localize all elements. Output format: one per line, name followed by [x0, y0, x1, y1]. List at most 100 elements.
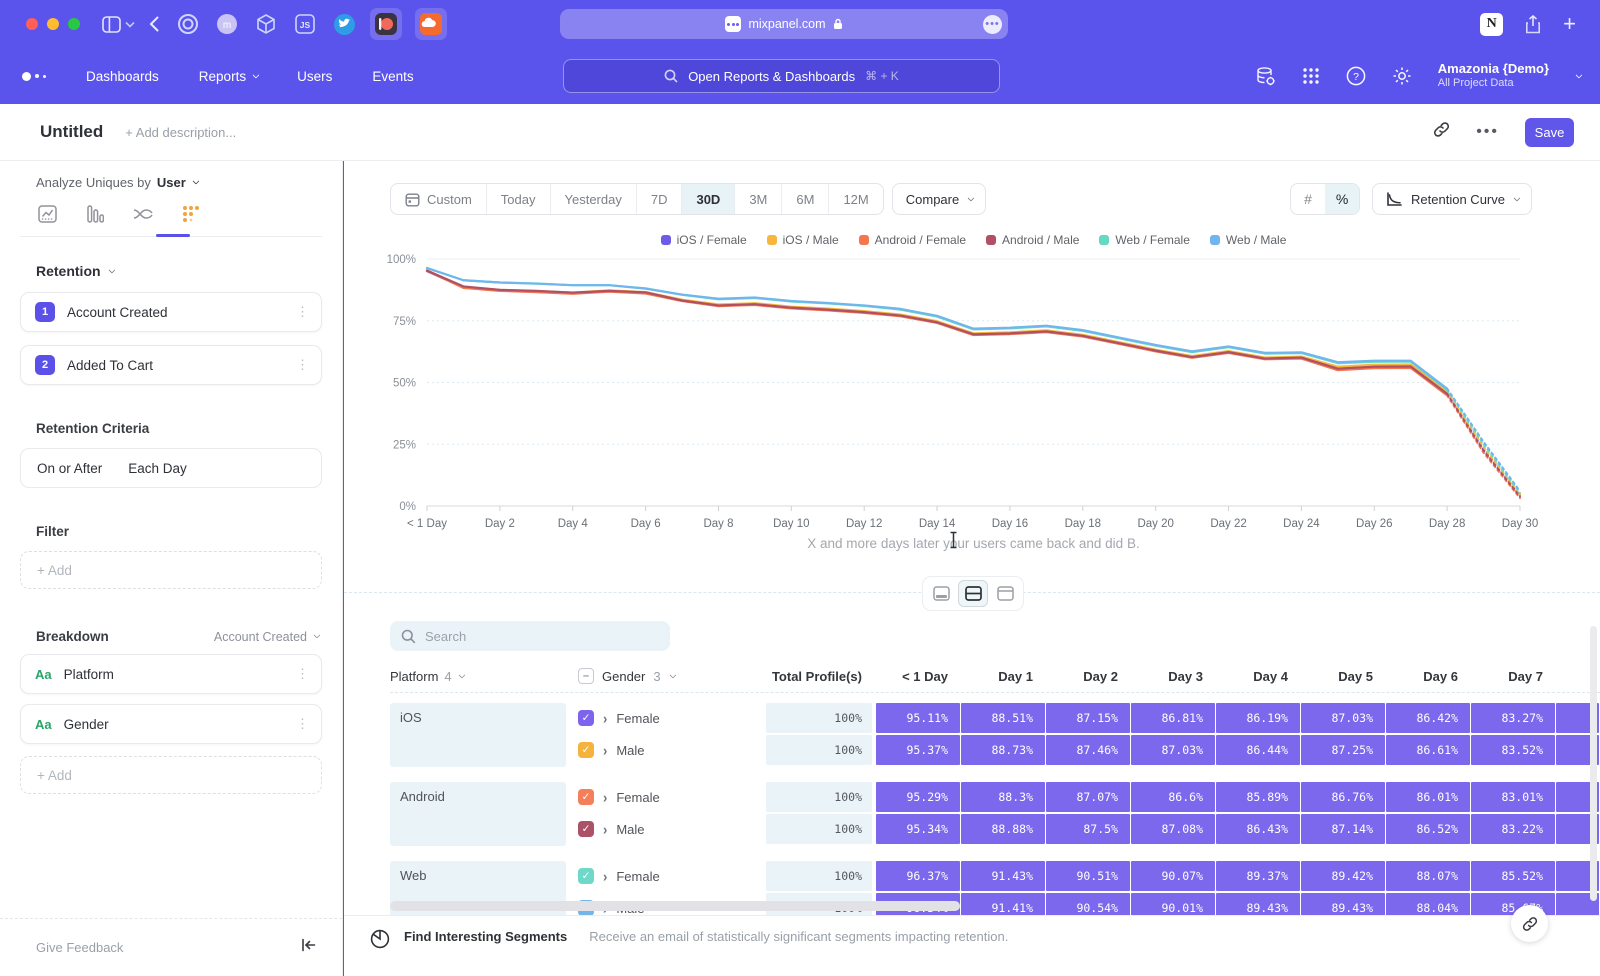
- retention-value-cell[interactable]: 87.03%: [1301, 703, 1385, 733]
- data-management-icon[interactable]: [1255, 66, 1276, 87]
- retention-value-cell[interactable]: 87.07%: [1046, 782, 1130, 812]
- kebab-menu-icon[interactable]: ⋮: [296, 362, 309, 368]
- event-card-added-to-cart[interactable]: 2 Added To Cart ⋮: [20, 345, 322, 385]
- site-settings-icon[interactable]: •••: [983, 15, 1002, 34]
- share-link-fab[interactable]: [1511, 905, 1548, 942]
- vertical-scrollbar[interactable]: [1590, 626, 1597, 901]
- retention-value-cell[interactable]: 83.52%: [1471, 735, 1555, 765]
- retention-value-cell[interactable]: 86.81%: [1131, 703, 1215, 733]
- retention-value-cell[interactable]: 96.37%: [876, 861, 960, 891]
- day-header[interactable]: Day 6: [1386, 669, 1470, 684]
- day-header[interactable]: Day 2: [1046, 669, 1130, 684]
- day-header[interactable]: Day 5: [1301, 669, 1385, 684]
- view-split-button[interactable]: [958, 580, 988, 607]
- gender-column-header[interactable]: – Gender 3: [578, 668, 756, 684]
- tab-retention[interactable]: [180, 204, 202, 224]
- close-window-button[interactable]: [26, 18, 38, 30]
- notion-icon[interactable]: N: [1480, 13, 1503, 36]
- retention-value-cell[interactable]: 88.3%: [961, 782, 1045, 812]
- view-chart-only-button[interactable]: [926, 580, 956, 607]
- retention-value-cell[interactable]: 83.27%: [1471, 703, 1555, 733]
- address-bar[interactable]: mixpanel.com •••: [560, 9, 1008, 39]
- global-search[interactable]: Open Reports & Dashboards ⌘ + K: [563, 59, 1000, 93]
- chevron-down-icon[interactable]: [125, 21, 135, 28]
- criteria-each-day[interactable]: Each Day: [128, 461, 187, 476]
- cube-icon[interactable]: [253, 11, 279, 37]
- retention-value-cell[interactable]: 87.08%: [1131, 814, 1215, 844]
- tab-funnels[interactable]: [84, 204, 106, 224]
- retention-value-cell[interactable]: 90.07%: [1131, 861, 1215, 891]
- retention-value-cell[interactable]: 86.43%: [1216, 814, 1300, 844]
- total-profiles-header[interactable]: Total Profile(s): [766, 669, 872, 684]
- zoom-window-button[interactable]: [68, 18, 80, 30]
- breakdown-label-platform[interactable]: Platform: [64, 667, 114, 682]
- more-options-button[interactable]: •••: [1476, 123, 1499, 141]
- retention-value-cell[interactable]: 86.6%: [1131, 782, 1215, 812]
- row-checkbox[interactable]: ✓: [578, 742, 594, 758]
- platform-cell[interactable]: iOS: [390, 703, 566, 767]
- collapse-sidebar-icon[interactable]: [301, 938, 316, 957]
- select-all-checkbox[interactable]: –: [578, 668, 594, 684]
- day-header[interactable]: Day 7: [1471, 669, 1555, 684]
- share-icon[interactable]: [1525, 15, 1541, 34]
- settings-gear-icon[interactable]: [1392, 66, 1412, 86]
- kebab-menu-icon[interactable]: ⋮: [296, 721, 309, 727]
- tab-insights[interactable]: [36, 204, 58, 224]
- new-tab-icon[interactable]: +: [1563, 11, 1576, 37]
- gender-cell[interactable]: ✓›Female: [578, 861, 756, 891]
- gender-cell[interactable]: ✓›Female: [578, 703, 756, 733]
- retention-value-cell[interactable]: 88.88%: [961, 814, 1045, 844]
- analyze-uniques-row[interactable]: Analyze Uniques by User: [36, 175, 322, 190]
- report-title[interactable]: Untitled: [40, 122, 103, 142]
- retention-value-cell[interactable]: 95.29%: [876, 782, 960, 812]
- nav-item-reports[interactable]: Reports: [199, 69, 257, 84]
- row-checkbox[interactable]: ✓: [578, 710, 594, 726]
- retention-value-cell[interactable]: 88.07%: [1386, 861, 1470, 891]
- retention-value-cell[interactable]: 87.46%: [1046, 735, 1130, 765]
- filter-add-button[interactable]: + Add: [20, 551, 322, 589]
- retention-section-header[interactable]: Retention: [36, 263, 322, 279]
- retention-value-cell[interactable]: 89.42%: [1301, 861, 1385, 891]
- retention-value-cell[interactable]: 87.03%: [1131, 735, 1215, 765]
- retention-value-cell[interactable]: 87.25%: [1301, 735, 1385, 765]
- retention-value-cell[interactable]: 83.01%: [1471, 782, 1555, 812]
- gender-cell[interactable]: ✓›Female: [578, 782, 756, 812]
- breakdown-label-gender[interactable]: Gender: [64, 717, 109, 732]
- retention-criteria-card[interactable]: On or After Each Day: [20, 448, 322, 488]
- view-table-only-button[interactable]: [990, 580, 1020, 607]
- day-header[interactable]: Day 1: [961, 669, 1045, 684]
- table-search-input[interactable]: [425, 629, 645, 644]
- retention-value-cell[interactable]: 86.52%: [1386, 814, 1470, 844]
- apps-grid-icon[interactable]: [1302, 67, 1320, 85]
- retention-value-cell[interactable]: 87.5%: [1046, 814, 1130, 844]
- project-switcher[interactable]: Amazonia {Demo} All Project Data: [1438, 61, 1549, 91]
- expand-row-icon[interactable]: ›: [603, 821, 607, 838]
- retention-value-cell[interactable]: 86.61%: [1386, 735, 1470, 765]
- day-header[interactable]: Day 4: [1216, 669, 1300, 684]
- retention-line-chart[interactable]: 0%25%50%75%100%< 1 DayDay 2Day 4Day 6Day…: [344, 161, 1600, 566]
- retention-value-cell[interactable]: 83.22%: [1471, 814, 1555, 844]
- gender-cell[interactable]: ✓›Male: [578, 814, 756, 844]
- analyze-value[interactable]: User: [157, 175, 186, 190]
- retention-value-cell[interactable]: 86.01%: [1386, 782, 1470, 812]
- retention-value-cell[interactable]: 85.52%: [1471, 861, 1555, 891]
- retention-value-cell[interactable]: 95.11%: [876, 703, 960, 733]
- event-label[interactable]: Account Created: [67, 305, 168, 320]
- segments-title[interactable]: Find Interesting Segments: [404, 929, 567, 944]
- breakdown-add-button[interactable]: + Add: [20, 756, 322, 794]
- row-checkbox[interactable]: ✓: [578, 789, 594, 805]
- event-label[interactable]: Added To Cart: [67, 358, 153, 373]
- criteria-on-or-after[interactable]: On or After: [37, 461, 102, 476]
- nav-item-events[interactable]: Events: [372, 69, 413, 84]
- row-checkbox[interactable]: ✓: [578, 821, 594, 837]
- help-icon[interactable]: ?: [1346, 66, 1366, 86]
- retention-value-cell[interactable]: 95.34%: [876, 814, 960, 844]
- retention-value-cell[interactable]: 91.43%: [961, 861, 1045, 891]
- expand-row-icon[interactable]: ›: [603, 742, 607, 759]
- expand-row-icon[interactable]: ›: [603, 710, 607, 727]
- retention-value-cell[interactable]: 88.51%: [961, 703, 1045, 733]
- retention-value-cell[interactable]: 95.37%: [876, 735, 960, 765]
- retention-value-cell[interactable]: 87.14%: [1301, 814, 1385, 844]
- recorder-icon[interactable]: [370, 8, 402, 40]
- give-feedback-link[interactable]: Give Feedback: [36, 940, 123, 955]
